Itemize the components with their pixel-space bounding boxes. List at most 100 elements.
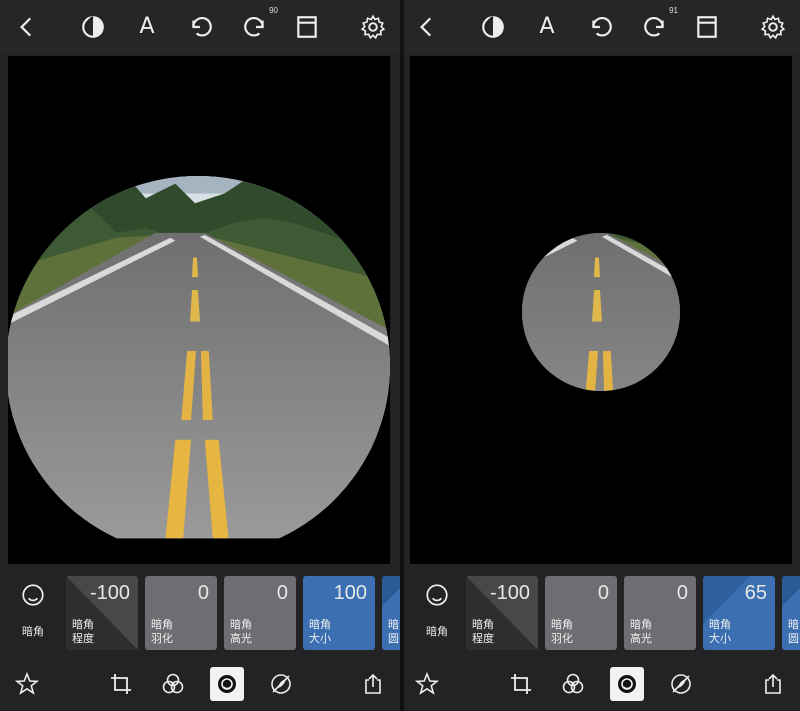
tile-value: 65 xyxy=(744,582,767,604)
filters-icon xyxy=(162,673,184,694)
right-editor-panel: A 91 暗角 -100 暗角 程度 0 暗角 羽化 0 暗角 高光 65 暗角… xyxy=(404,0,800,711)
left-editor-panel: A 90 暗角 -100 暗角 程度 0 暗角 羽化 0 暗角 高光 100 暗… xyxy=(0,0,400,711)
crop-button[interactable] xyxy=(504,667,538,701)
gear-icon xyxy=(760,14,786,40)
favorites-button[interactable] xyxy=(10,667,44,701)
vignette-highlight-tile[interactable]: 0 暗角 高光 xyxy=(224,576,296,650)
vignette-feather-tile[interactable]: 0 暗角 羽化 xyxy=(145,576,217,650)
star-icon xyxy=(15,672,39,695)
mask-button[interactable] xyxy=(76,10,110,44)
tile-value: -100 xyxy=(489,582,530,604)
back-button[interactable] xyxy=(410,10,444,44)
tile-sublabel: 圆 xyxy=(388,633,399,645)
tile-value: 0 xyxy=(197,582,209,604)
mask-icon xyxy=(82,16,104,38)
vignette-icon xyxy=(426,584,448,606)
crop-button[interactable] xyxy=(104,667,138,701)
back-icon xyxy=(20,17,32,37)
redo-icon xyxy=(244,16,264,37)
share-icon xyxy=(365,673,381,694)
back-icon xyxy=(420,17,432,37)
vignette-roundness-tile[interactable]: 暗 圆 xyxy=(782,576,800,650)
tile-value: 100 xyxy=(333,582,367,604)
bottom-toolbar xyxy=(404,655,800,711)
undo-icon xyxy=(192,16,212,37)
settings-button[interactable] xyxy=(756,10,790,44)
tile-value: -100 xyxy=(89,582,130,604)
tile-sublabel: 程度 xyxy=(472,633,494,645)
share-button[interactable] xyxy=(756,667,790,701)
layout-icon xyxy=(697,16,717,38)
share-icon xyxy=(765,673,781,694)
text-icon: A xyxy=(539,14,555,39)
vignette-highlight-tile[interactable]: 0 暗角 高光 xyxy=(624,576,696,650)
gear-icon xyxy=(360,14,386,40)
tile-value: 0 xyxy=(276,582,288,604)
tile-sublabel: 羽化 xyxy=(151,633,173,645)
vignette-feather-tile[interactable]: 0 暗角 羽化 xyxy=(545,576,617,650)
redo-history-button[interactable]: 91 xyxy=(638,6,678,44)
tile-sublabel: 大小 xyxy=(309,633,331,645)
bottom-toolbar xyxy=(0,655,400,711)
undo-button[interactable] xyxy=(584,10,618,44)
text-icon: A xyxy=(139,14,155,39)
vignette-preview xyxy=(8,56,390,564)
mask-button[interactable] xyxy=(476,10,510,44)
adjustment-row: 暗角 -100 暗角 程度 0 暗角 羽化 0 暗角 高光 65 暗角 大小 暗… xyxy=(404,576,800,650)
redo-history-button[interactable]: 90 xyxy=(238,6,278,44)
vignette-preview xyxy=(410,56,792,564)
redo-icon xyxy=(644,16,664,37)
photo-canvas[interactable] xyxy=(410,56,792,564)
vignette-tool-icon xyxy=(218,675,236,693)
vignette-tool[interactable]: 暗角 xyxy=(414,576,460,650)
back-button[interactable] xyxy=(10,10,44,44)
top-toolbar: A 90 xyxy=(0,0,400,54)
vignette-tool-button[interactable] xyxy=(610,667,644,701)
tile-sublabel: 圆 xyxy=(788,633,799,645)
undo-button[interactable] xyxy=(184,10,218,44)
vignette-tool[interactable]: 暗角 xyxy=(10,576,56,650)
vignette-amount-tile[interactable]: -100 暗角 程度 xyxy=(66,576,138,650)
vignette-tool-button[interactable] xyxy=(210,667,244,701)
undo-icon xyxy=(592,16,612,37)
share-button[interactable] xyxy=(356,667,390,701)
vignette-tool-label: 暗角 xyxy=(426,626,448,638)
vignette-roundness-tile[interactable]: 暗 圆 xyxy=(382,576,400,650)
adjustment-row: 暗角 -100 暗角 程度 0 暗角 羽化 0 暗角 高光 100 暗角 大小 … xyxy=(0,576,400,650)
layout-button[interactable] xyxy=(690,10,724,44)
redo-count-badge: 91 xyxy=(669,6,678,15)
tile-value: 0 xyxy=(597,582,609,604)
star-icon xyxy=(415,672,439,695)
heal-button[interactable] xyxy=(264,667,298,701)
vignette-size-tile[interactable]: 100 暗角 大小 xyxy=(303,576,375,650)
crop-icon xyxy=(511,674,531,694)
layout-icon xyxy=(297,16,317,38)
tile-sublabel: 高光 xyxy=(630,633,652,645)
photo-canvas[interactable] xyxy=(8,56,390,564)
heal-icon xyxy=(271,674,291,694)
vignette-tool-icon xyxy=(618,675,636,693)
tile-sublabel: 大小 xyxy=(709,633,731,645)
mask-icon xyxy=(482,16,504,38)
vignette-tool-label: 暗角 xyxy=(22,626,44,638)
heal-icon xyxy=(671,674,691,694)
vignette-icon xyxy=(22,584,44,606)
heal-button[interactable] xyxy=(664,667,698,701)
tile-sublabel: 羽化 xyxy=(551,633,573,645)
filters-button[interactable] xyxy=(556,667,590,701)
vignette-amount-tile[interactable]: -100 暗角 程度 xyxy=(466,576,538,650)
vignette-size-tile[interactable]: 65 暗角 大小 xyxy=(703,576,775,650)
filters-button[interactable] xyxy=(156,667,190,701)
filters-icon xyxy=(562,673,584,694)
top-toolbar: A 91 xyxy=(404,0,800,54)
text-tool-button[interactable]: A xyxy=(130,10,164,44)
tile-value: 0 xyxy=(676,582,688,604)
settings-button[interactable] xyxy=(356,10,390,44)
tile-sublabel: 程度 xyxy=(72,633,94,645)
favorites-button[interactable] xyxy=(410,667,444,701)
redo-count-badge: 90 xyxy=(269,6,278,15)
text-tool-button[interactable]: A xyxy=(530,10,564,44)
layout-button[interactable] xyxy=(290,10,324,44)
tile-sublabel: 高光 xyxy=(230,633,252,645)
crop-icon xyxy=(111,674,131,694)
